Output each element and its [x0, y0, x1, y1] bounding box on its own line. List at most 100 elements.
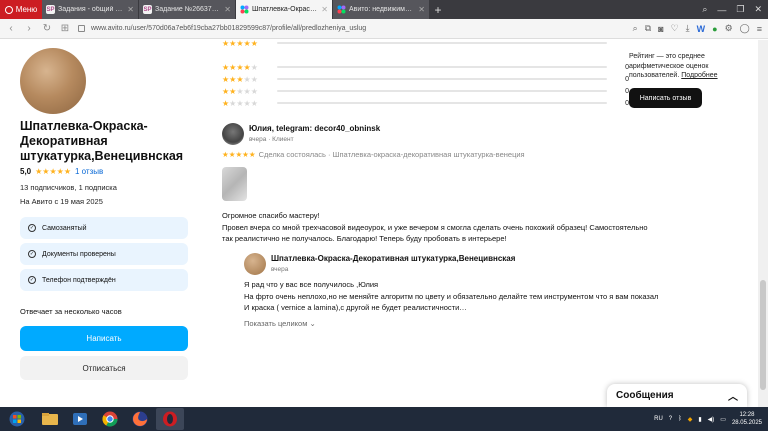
- unsubscribe-button[interactable]: Отписаться: [20, 356, 188, 380]
- rating-track: [277, 90, 607, 92]
- bluetooth-icon[interactable]: ᛒ: [678, 416, 682, 422]
- antivirus-icon[interactable]: ◆: [688, 416, 693, 423]
- menu-icon[interactable]: ≡: [757, 24, 762, 34]
- messages-panel[interactable]: Сообщения ︿: [607, 384, 747, 407]
- url-field[interactable]: www.avito.ru/user/570d06a7eb6f19cba27bb0…: [78, 25, 625, 32]
- tab-avito-profile[interactable]: Шпатлевка-Окраска-Дек ✕: [236, 0, 333, 19]
- scrollbar-thumb[interactable]: [760, 280, 766, 390]
- extensions-icon[interactable]: ⚙: [725, 23, 733, 34]
- answer-line: И краска ( vernice a lamina),с другой не…: [244, 303, 467, 312]
- seller-answer-date: вчера: [271, 266, 289, 273]
- window-controls: ⌕ — ❐ ✕: [702, 0, 768, 19]
- review-deal: ★★★★★ Сделка состоялась · Шпатлевка-окра…: [222, 150, 525, 159]
- taskbar-chrome-icon[interactable]: [96, 408, 124, 430]
- speed-dial-icon[interactable]: ⊞: [60, 23, 70, 34]
- rating-track: [277, 66, 607, 68]
- show-all-label: Показать целиком: [244, 319, 308, 328]
- check-icon: ✓: [28, 250, 36, 258]
- download-icon[interactable]: ⤓: [686, 23, 690, 34]
- action-center-icon[interactable]: ▭: [720, 416, 726, 423]
- rating-count: 0: [625, 75, 629, 83]
- close-icon[interactable]: ✕: [224, 5, 231, 14]
- reviewer-avatar: [222, 123, 244, 145]
- extension-icon[interactable]: ●: [712, 24, 717, 34]
- reload-icon[interactable]: ↻: [42, 23, 52, 34]
- rating-bar-3: ★★★★★ 0: [222, 74, 629, 84]
- rating-count: 0: [625, 63, 629, 71]
- address-bar: ‹ › ↻ ⊞ www.avito.ru/user/570d06a7eb6f19…: [0, 19, 768, 39]
- row-stars: ★★★★★: [222, 98, 258, 108]
- explanation-line: арифметическое оценок: [629, 62, 709, 70]
- system-clock[interactable]: 12:28 28.05.2025: [732, 411, 762, 427]
- seller-name: Шпатлевка-Окраска-Декоративная штукатурк…: [20, 119, 184, 163]
- check-icon: ✓: [28, 276, 36, 284]
- profile-icon[interactable]: ◯: [740, 23, 750, 34]
- more-link[interactable]: Подробнее: [681, 72, 717, 79]
- word-extension-icon[interactable]: W: [697, 24, 706, 34]
- badge-self-employed: ✓ Самозанятый: [20, 217, 188, 239]
- rating-explanation: Рейтинг — это среднее арифметическое оце…: [629, 52, 739, 81]
- new-tab-button[interactable]: +: [430, 0, 446, 19]
- write-review-button[interactable]: Написать отзыв: [629, 88, 702, 108]
- opera-menu-button[interactable]: Меню: [0, 0, 42, 19]
- close-window-icon[interactable]: ✕: [754, 4, 762, 15]
- taskbar-firefox-icon[interactable]: [126, 408, 154, 430]
- vpn-icon[interactable]: ⧉: [645, 23, 651, 34]
- rating-count: 0: [625, 99, 629, 107]
- tab-search-icon[interactable]: ⌕: [702, 4, 707, 15]
- windows-taskbar: RU ? ᛒ ◆ ▮ ◀) ▭ 12:28 28.05.2025: [0, 407, 768, 431]
- review-meta: вчера · Клиент: [249, 136, 294, 143]
- taskbar-opera-icon[interactable]: [156, 408, 184, 430]
- review-line: так реалистично не получалось. Благодарю…: [222, 234, 507, 243]
- close-icon[interactable]: ✕: [127, 5, 134, 14]
- start-button[interactable]: [0, 407, 34, 431]
- subscribers-count[interactable]: 13 подписчиков, 1 подписка: [20, 183, 117, 192]
- tab-avito-home[interactable]: Авито: недвижимость, тра ✕: [333, 0, 430, 19]
- zoom-icon[interactable]: ⌕: [633, 23, 638, 34]
- close-icon[interactable]: ✕: [418, 5, 425, 14]
- forward-icon[interactable]: ›: [24, 23, 34, 34]
- tab-title: Авито: недвижимость, тра: [349, 6, 416, 13]
- rating-value: 5,0: [20, 167, 32, 176]
- lock-icon: [78, 25, 85, 32]
- help-icon[interactable]: ?: [669, 416, 672, 422]
- review-line: Провел вчера со мной трехчасовой видеоур…: [222, 222, 648, 232]
- rating-bar-2: ★★★★★ 0: [222, 86, 629, 96]
- show-full-answer-link[interactable]: Показать целиком ⌄: [244, 319, 316, 328]
- seller-avatar: [20, 48, 86, 114]
- badge-phone-confirmed: ✓ Телефон подтверждён: [20, 269, 188, 291]
- messages-title: Сообщения: [616, 390, 674, 401]
- seller-rating: 5,0 ★★★★★ 1 отзыв: [20, 167, 103, 176]
- rating-bar-1: ★★★★★ 0: [222, 98, 629, 108]
- badge-label: Телефон подтверждён: [42, 276, 116, 284]
- page-scrollbar[interactable]: [758, 40, 768, 407]
- review-photo[interactable]: [222, 167, 247, 201]
- taskbar-media-icon[interactable]: [66, 408, 94, 430]
- reply-time: Отвечает за несколько часов: [20, 307, 122, 316]
- rating-track: [277, 42, 607, 44]
- review-stars: ★★★★★: [222, 150, 256, 159]
- minimize-icon[interactable]: —: [717, 5, 726, 15]
- row-stars: ★★★★★: [222, 86, 258, 96]
- chevron-up-icon[interactable]: ︿: [728, 388, 738, 403]
- avito-profile-page: Шпатлевка-Окраска-Декоративная штукатурк…: [0, 40, 758, 407]
- close-icon[interactable]: ✕: [321, 5, 328, 14]
- tab-tasks-list[interactable]: SP Задания - общий список ✕: [42, 0, 139, 19]
- maximize-icon[interactable]: ❐: [736, 4, 744, 15]
- bookmark-icon[interactable]: ♡: [671, 23, 679, 34]
- taskbar-explorer-icon[interactable]: [36, 408, 64, 430]
- tab-title: Шпатлевка-Окраска-Дек: [252, 6, 318, 13]
- back-icon[interactable]: ‹: [6, 23, 16, 34]
- explanation-line: Рейтинг — это среднее: [629, 53, 705, 60]
- network-icon[interactable]: ▮: [698, 416, 701, 423]
- volume-icon[interactable]: ◀): [708, 416, 715, 423]
- write-message-button[interactable]: Написать: [20, 326, 188, 351]
- sp-favicon-icon: SP: [46, 5, 55, 14]
- tab-task[interactable]: SP Задание №2663712 - про ✕: [139, 0, 236, 19]
- reviewer-name: Юлия, telegram: decor40_obninsk: [249, 124, 381, 133]
- reviews-link[interactable]: 1 отзыв: [75, 167, 103, 176]
- language-indicator[interactable]: RU: [654, 416, 663, 422]
- camera-icon[interactable]: ◙: [658, 24, 663, 34]
- row-stars: ★★★★★: [222, 62, 258, 72]
- browser-tab-bar: Меню SP Задания - общий список ✕ SP Зада…: [0, 0, 768, 19]
